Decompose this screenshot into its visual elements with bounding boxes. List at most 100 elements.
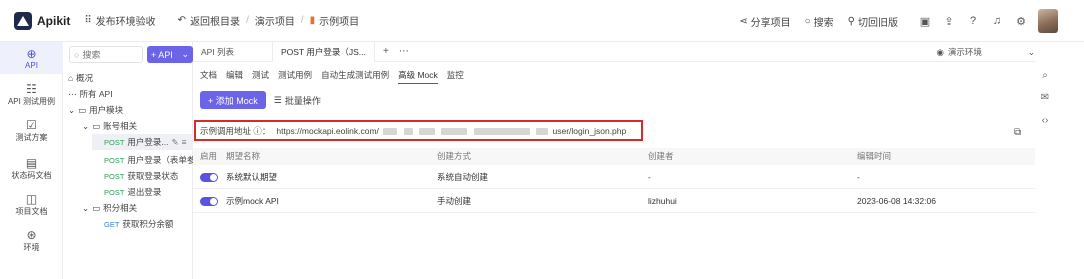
mock-url-value[interactable]: https://mockapi.eolink.com/ user/login_j…	[276, 126, 626, 136]
add-api-button[interactable]: + API ⌄	[147, 46, 193, 63]
search-icon: ○	[804, 15, 811, 27]
subtab-edit[interactable]: 编辑	[226, 69, 243, 84]
tree-item-label: 所有 API	[79, 89, 113, 99]
env-label: 演示环境	[947, 47, 982, 57]
tree-api-user-login[interactable]: POST 用户登录... ✎ ≡	[92, 134, 193, 150]
table-row[interactable]: 系统默认期望 系统自动创建 - -	[193, 165, 1035, 189]
tree-item-overview[interactable]: ⌂ 概况	[68, 72, 93, 84]
tab-api-list[interactable]: API 列表	[193, 42, 272, 62]
subtab-test[interactable]: 测试	[252, 69, 269, 84]
env-icon: ⊛	[26, 228, 37, 242]
test-case-icon: ☷	[26, 82, 37, 96]
tree-item-label: 获取积分余额	[122, 219, 174, 229]
search-doc-icon[interactable]: ⌕	[1035, 70, 1055, 81]
breadcrumb-project-group[interactable]: 演示项目	[255, 13, 295, 28]
edit-icon[interactable]: ✎	[172, 137, 179, 148]
tree-api-user-login-form[interactable]: POST 用户登录（表单参...	[104, 154, 203, 166]
subtab-test-case[interactable]: 测试用例	[278, 69, 312, 84]
nav-item-project-doc[interactable]: ◫ 项目文档	[0, 192, 63, 217]
upload-icon[interactable]: ⇪	[942, 14, 956, 28]
help-icon[interactable]: ?	[966, 14, 980, 28]
brand[interactable]: Apikit	[14, 11, 70, 30]
create-method: 手动创建	[437, 196, 472, 206]
mail-icon[interactable]: ✉	[1035, 92, 1055, 103]
tree-folder-points[interactable]: ⌄ ▭ 积分相关	[82, 202, 137, 214]
tab-tools: + ⋯	[383, 46, 409, 57]
chevron-down-icon: ⌄	[82, 202, 90, 213]
nav-item-api[interactable]: ⊕ API	[0, 42, 63, 74]
tree-item-label: 用户登录（表单参...	[127, 155, 203, 165]
breadcrumb-project-label: 示例项目	[319, 17, 360, 28]
workspace-switcher[interactable]: ⠿ 发布环境验收	[84, 13, 155, 28]
tree-search-row: ○ + API ⌄	[69, 46, 193, 63]
chevron-down-icon: ⌄	[181, 49, 189, 59]
tree-search-input[interactable]	[82, 49, 141, 60]
chevron-down-icon: ⌄	[1027, 46, 1035, 57]
col-enabled: 启用	[200, 151, 218, 161]
gear-icon[interactable]: ⚙	[1014, 14, 1028, 28]
switch-old-version-label: 切回旧版	[858, 17, 898, 29]
nav-item-test-plan[interactable]: ☑ 测试方案	[0, 118, 63, 143]
test-plan-icon: ☑	[26, 118, 37, 132]
subtab-monitor[interactable]: 监控	[447, 69, 464, 84]
mock-url-prefix: https://mockapi.eolink.com/	[276, 125, 379, 136]
nav-item-api-test-case[interactable]: ☷ API 测试用例	[0, 82, 63, 107]
search-button[interactable]: ○ 搜索	[805, 14, 834, 29]
copy-icon[interactable]: ⧉	[1014, 127, 1021, 138]
method-badge: GET	[104, 219, 120, 229]
plus-icon[interactable]: +	[383, 46, 389, 57]
mock-url-suffix: user/login_json.php	[552, 125, 627, 136]
subtab-doc[interactable]: 文档	[200, 69, 217, 84]
mock-table-header: 启用 期望名称 创建方式 创建者 编辑时间	[193, 148, 1035, 165]
breadcrumb-project[interactable]: ▮ 示例项目	[310, 13, 360, 28]
sub-tabs: 文档 编辑 测试 测试用例 自动生成测试用例 高级 Mock 监控	[200, 69, 464, 84]
tree-folder-account[interactable]: ⌄ ▭ 账号相关	[82, 120, 137, 132]
switch-old-version-button[interactable]: ⚲ 切回旧版	[848, 14, 898, 29]
project-flag-icon: ▮	[309, 15, 316, 26]
subtab-advanced-mock[interactable]: 高级 Mock	[398, 69, 438, 84]
more-icon[interactable]: ⋯	[399, 46, 409, 57]
add-api-label: + API	[151, 49, 173, 60]
tree-api-logout[interactable]: POST 退出登录	[104, 186, 161, 198]
tree-api-login-status[interactable]: POST 获取登录状态	[104, 170, 178, 182]
folder-icon: ▭	[92, 202, 101, 213]
code-icon[interactable]: ‹›	[1035, 115, 1055, 126]
breadcrumb-separator: /	[300, 15, 304, 26]
folder-icon: ▭	[78, 104, 87, 115]
bell-icon[interactable]: ♫	[990, 14, 1004, 28]
menu-icon[interactable]: ≡	[182, 137, 187, 147]
batch-operation-button[interactable]: ☰ 批量操作	[274, 94, 321, 107]
nav-item-label: 项目文档	[15, 207, 48, 216]
tree-item-label: 用户登录...	[127, 137, 169, 147]
breadcrumb-root[interactable]: ↶ 返回根目录	[178, 13, 240, 28]
tab-user-login[interactable]: POST 用户登录（JS...	[272, 41, 375, 63]
tree-folder-user-module[interactable]: ⌄ ▭ 用户模块	[68, 104, 123, 116]
subtab-auto-test-case[interactable]: 自动生成测试用例	[321, 69, 389, 84]
env-selector[interactable]: ◉ 演示环境 ⌄	[936, 42, 1035, 62]
enable-toggle[interactable]	[200, 197, 218, 206]
tree-api-points-balance[interactable]: GET 获取积分余额	[104, 218, 173, 230]
project-doc-icon: ◫	[25, 192, 38, 206]
nav-item-label: API 测试用例	[7, 97, 56, 106]
share-project-button[interactable]: ⋖ 分享项目	[739, 14, 790, 29]
create-method: 系统自动创建	[437, 172, 489, 182]
status-doc-icon: ▤	[25, 156, 38, 170]
table-row[interactable]: 示例mock API 手动创建 lizhuhui 2023-06-08 14:3…	[193, 189, 1035, 213]
breadcrumb-root-label: 返回根目录	[190, 17, 241, 28]
redacted-segment	[403, 127, 413, 135]
calendar-icon[interactable]: ▣	[918, 14, 932, 28]
avatar[interactable]	[1038, 9, 1058, 33]
nav-item-label: 环境	[23, 243, 40, 252]
method-badge: POST	[104, 171, 125, 181]
enable-toggle[interactable]	[200, 173, 218, 182]
nav-item-env[interactable]: ⊛ 环境	[0, 228, 63, 253]
add-mock-button[interactable]: + 添加 Mock	[200, 91, 266, 109]
tree-item-label: 用户模块	[89, 105, 124, 115]
eye-icon: ◉	[936, 46, 944, 57]
tree-item-all-api[interactable]: ⋯ 所有 API	[68, 88, 113, 100]
breadcrumb: ⠿ 发布环境验收 ↶ 返回根目录 / 演示项目 / ▮ 示例项目	[84, 13, 359, 28]
tree-search-box[interactable]: ○	[69, 46, 143, 63]
return-icon: ↶	[177, 15, 187, 26]
col-name: 期望名称	[226, 151, 261, 161]
nav-item-status-doc[interactable]: ▤ 状态码文档	[0, 156, 63, 181]
